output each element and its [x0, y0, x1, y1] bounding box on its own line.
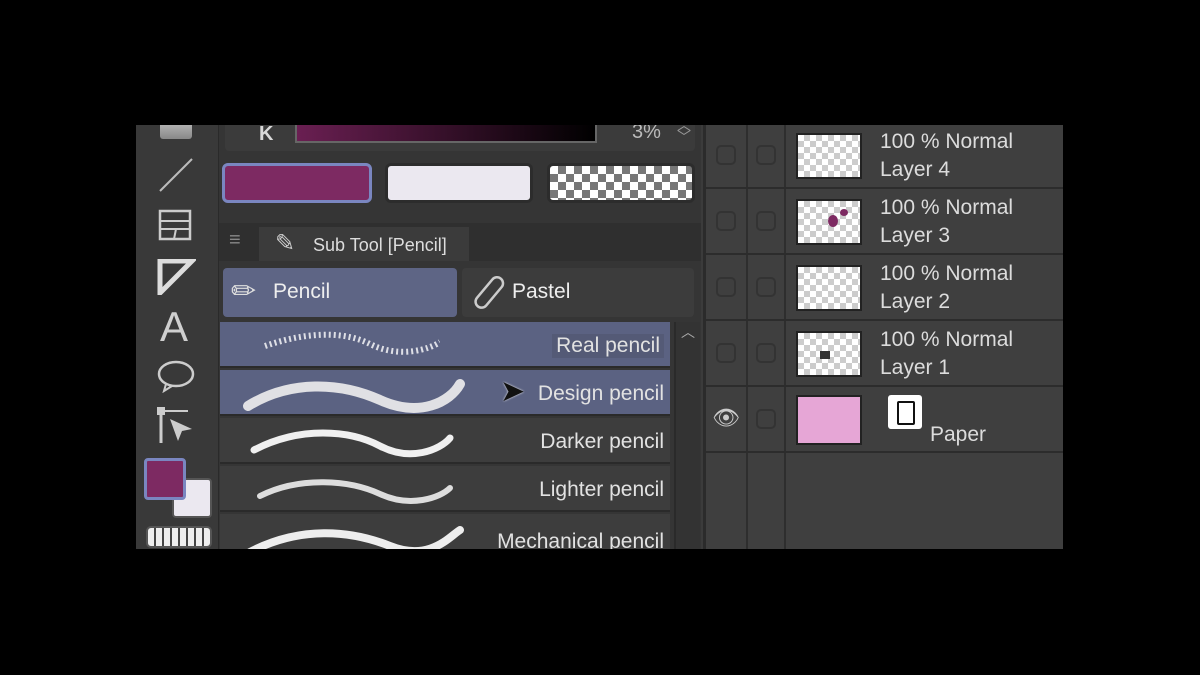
subtool-item-lighter-pencil[interactable]: Lighter pencil — [220, 466, 670, 512]
app-window: A K 3% ︿ ﹀ ≡ ✎ Sub Tool [Pencil] ✏ Pencil — [136, 125, 1063, 549]
pencil-tool-icon: ✎ — [275, 230, 296, 257]
visibility-toggle[interactable] — [716, 211, 736, 231]
layer-name: Paper — [930, 423, 987, 446]
tab-subtool-pencil[interactable]: ✎ Sub Tool [Pencil] — [259, 227, 469, 261]
lock-toggle[interactable] — [756, 145, 776, 165]
item-label: Design pencil — [537, 382, 664, 405]
layer-row[interactable]: 100 % Normal Layer 3 — [706, 191, 1063, 255]
group-label: Pastel — [512, 280, 571, 303]
pastel-icon — [474, 276, 505, 309]
layer-thumbnail — [796, 331, 862, 377]
balloon-icon[interactable] — [156, 359, 196, 393]
visibility-toggle[interactable] — [716, 343, 736, 363]
design-pencil-stroke-icon — [243, 379, 465, 413]
scrollbar[interactable]: ︿ — [674, 322, 700, 549]
ruler-icon[interactable] — [156, 259, 196, 295]
line-icon[interactable] — [156, 157, 196, 193]
main-color[interactable] — [144, 458, 186, 500]
lock-toggle[interactable] — [756, 277, 776, 297]
layer-name: Layer 4 — [880, 158, 951, 181]
color-slider-row: K 3% ︿ ﹀ — [225, 125, 695, 151]
spinner-icon[interactable]: ︿ ﹀ — [677, 125, 691, 144]
subtool-item-design-pencil[interactable]: ➤ Design pencil — [220, 370, 670, 416]
layer-thumbnail — [796, 199, 862, 245]
toolbar: A — [136, 125, 219, 549]
layer-blend-mode: 100 % Normal — [880, 196, 1014, 219]
color-swatch-icon[interactable] — [144, 458, 214, 518]
mouse-cursor-icon: ➤ — [500, 375, 526, 408]
layer-row[interactable]: 100 % Normal Layer 4 — [706, 125, 1063, 189]
lock-toggle[interactable] — [756, 211, 776, 231]
subtool-header: ≡ ✎ Sub Tool [Pencil] — [219, 223, 701, 261]
scroll-up-icon[interactable]: ︿ — [681, 322, 695, 342]
darker-pencil-stroke-icon — [250, 429, 454, 458]
gradient-icon[interactable] — [160, 125, 192, 139]
visibility-toggle[interactable] — [716, 145, 736, 165]
layer-name: Layer 2 — [880, 290, 951, 313]
layer-thumbnail — [796, 265, 862, 311]
channel-label: K — [259, 125, 274, 145]
lighter-pencil-stroke-icon — [257, 479, 453, 504]
visibility-toggle[interactable] — [716, 277, 736, 297]
group-pastel[interactable]: Pastel — [462, 268, 694, 317]
mechanical-pencil-stroke-icon — [247, 526, 464, 549]
subtool-item-mechanical-pencil[interactable]: Mechanical pencil — [220, 514, 670, 549]
item-label: Mechanical pencil — [497, 530, 664, 549]
subtool-item-real-pencil[interactable]: Real pencil — [220, 322, 670, 368]
pattern-icon[interactable] — [146, 526, 212, 548]
item-label: Darker pencil — [540, 430, 664, 453]
layer-row-paper[interactable]: 👁 Paper — [706, 389, 1063, 453]
layer-row[interactable]: 100 % Normal Layer 2 — [706, 257, 1063, 321]
real-pencil-stroke-icon — [264, 331, 440, 355]
pencil-icon: ✏ — [231, 275, 257, 308]
layer-panel: 100 % Normal Layer 4 100 % Normal Layer … — [703, 125, 1063, 549]
menu-icon[interactable]: ≡ — [229, 229, 241, 252]
layer-blend-mode: 100 % Normal — [880, 262, 1014, 285]
subtool-item-darker-pencil[interactable]: Darker pencil — [220, 418, 670, 464]
transparent-color-swatch[interactable] — [547, 163, 695, 203]
item-label: Real pencil — [552, 334, 664, 358]
group-pencil[interactable]: ✏ Pencil — [223, 268, 457, 317]
layer-blend-mode: 100 % Normal — [880, 130, 1014, 153]
layer-name: Layer 1 — [880, 356, 951, 379]
group-label: Pencil — [273, 280, 331, 303]
layer-thumbnail — [796, 133, 862, 179]
eye-icon[interactable]: 👁 — [712, 405, 740, 431]
frame-border-icon[interactable] — [156, 209, 196, 243]
item-label: Lighter pencil — [539, 478, 664, 501]
k-slider[interactable] — [295, 125, 597, 143]
text-icon[interactable]: A — [160, 303, 188, 351]
paper-thumbnail — [796, 395, 862, 445]
paper-layer-icon — [888, 395, 922, 429]
correct-line-icon[interactable] — [156, 405, 196, 445]
layer-name: Layer 3 — [880, 224, 951, 247]
channel-value[interactable]: 3% — [632, 125, 661, 144]
lock-toggle[interactable] — [756, 343, 776, 363]
lock-toggle[interactable] — [756, 409, 776, 429]
main-color-swatch[interactable] — [222, 163, 372, 203]
sub-color-swatch[interactable] — [385, 163, 533, 203]
layer-row[interactable]: 100 % Normal Layer 1 — [706, 323, 1063, 387]
layer-blend-mode: 100 % Normal — [880, 328, 1014, 351]
tab-label: Sub Tool [Pencil] — [313, 235, 447, 255]
